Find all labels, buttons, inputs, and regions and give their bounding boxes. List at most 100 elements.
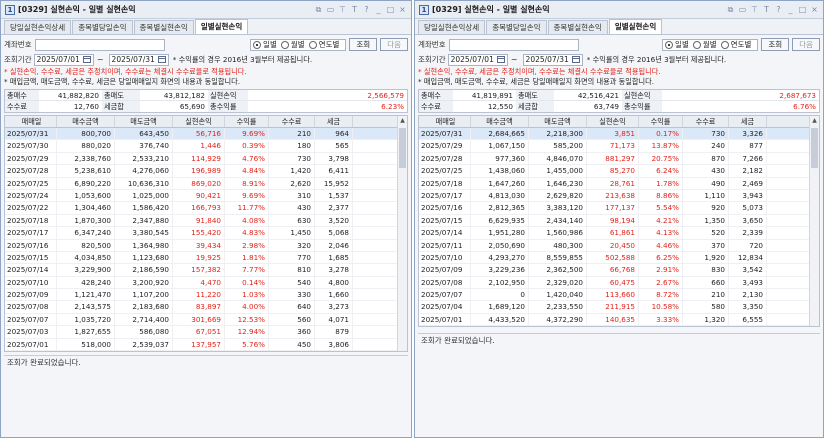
column-header[interactable]: 세금 xyxy=(315,116,353,127)
table-scrollbar[interactable]: ▲ xyxy=(809,116,819,327)
table-row[interactable]: 2025/07/16 2,812,365 3,383,120 177,137 5.54%… xyxy=(419,202,819,215)
calendar-icon[interactable] xyxy=(571,56,580,63)
table-row[interactable]: 2025/07/01 518,000 2,539,037 137,957 5.76% 45… xyxy=(5,338,407,352)
table-row[interactable]: 2025/07/04 1,689,120 2,233,550 211,915 10.58… xyxy=(419,301,819,314)
table-row[interactable]: 2025/07/31 2,684,665 2,218,300 3,851 0.17% 73… xyxy=(419,128,819,141)
query-button[interactable]: 조회 xyxy=(349,38,378,51)
table-row[interactable]: 2025/07/29 2,338,760 2,533,210 114,929 4.76%… xyxy=(5,152,407,166)
table-row[interactable]: 2025/07/17 6,347,240 3,380,545 155,420 4.83%… xyxy=(5,227,407,240)
column-header[interactable]: 매도금액 xyxy=(115,116,173,127)
scroll-thumb[interactable] xyxy=(811,128,818,168)
table-row[interactable]: 2025/07/15 4,034,850 1,123,680 19,925 1.81% 7… xyxy=(5,251,407,265)
table-row[interactable]: 2025/07/24 1,053,600 1,025,000 90,421 9.69% 3… xyxy=(5,189,407,203)
date-from-input[interactable]: 2025/07/01 xyxy=(33,53,94,66)
radio-monthly[interactable]: 월별 xyxy=(692,39,717,50)
table-row[interactable]: 2025/07/16 820,500 1,364,980 39,434 2.98% 320… xyxy=(5,239,407,252)
calendar-icon[interactable] xyxy=(157,56,166,63)
font-icon[interactable]: T xyxy=(350,5,359,15)
table-row[interactable]: 2025/07/17 4,813,030 2,629,820 213,638 8.86%… xyxy=(419,189,819,203)
table-row[interactable]: 2025/07/25 6,890,220 10,636,310 869,020 8.91… xyxy=(5,177,407,190)
table-row[interactable]: 2025/07/10 4,293,270 8,559,855 502,588 6.25%… xyxy=(419,251,819,265)
table-row[interactable]: 2025/07/25 1,438,060 1,455,000 85,270 6.24% 4… xyxy=(419,165,819,178)
table-row[interactable]: 2025/07/30 880,020 376,740 1,446 0.39% 180 565 xyxy=(5,140,407,153)
table-row[interactable]: 2025/07/28 5,238,610 4,276,060 196,989 4.84%… xyxy=(5,165,407,178)
minimize-icon[interactable]: _ xyxy=(786,5,795,15)
account-input[interactable] xyxy=(448,38,579,51)
column-header[interactable]: 실현손익 xyxy=(173,116,225,127)
table-row[interactable]: 2025/07/18 1,647,260 1,646,230 28,761 1.78% 4… xyxy=(419,177,819,190)
scroll-thumb[interactable] xyxy=(399,128,406,168)
table-row[interactable]: 2025/07/14 3,229,900 2,186,590 157,382 7.77%… xyxy=(5,264,407,277)
tab-1[interactable]: 종목별당일손익 xyxy=(486,20,547,34)
column-header[interactable]: 매수금액 xyxy=(57,116,115,127)
tab-0[interactable]: 당일실현손익상세 xyxy=(418,20,486,34)
link-icon[interactable]: ⧉ xyxy=(314,5,323,15)
table-row[interactable]: 2025/07/14 1,951,280 1,560,986 61,861 4.13% 5… xyxy=(419,227,819,240)
column-header[interactable]: 매도금액 xyxy=(529,116,587,127)
column-header[interactable]: 실현손익 xyxy=(587,116,639,127)
tab-2[interactable]: 종목별실현손익 xyxy=(133,20,194,34)
table-row[interactable]: 2025/07/15 6,629,935 2,434,140 98,194 4.21% 1… xyxy=(419,214,819,228)
help-icon[interactable]: ? xyxy=(362,5,371,15)
pin-icon[interactable]: ⊤ xyxy=(750,5,759,15)
copy-icon[interactable]: ▭ xyxy=(738,5,747,15)
radio-daily[interactable]: 일별 xyxy=(665,39,689,50)
query-button[interactable]: 조회 xyxy=(761,38,790,51)
date-to-input[interactable]: 2025/07/31 xyxy=(522,53,583,66)
calendar-icon[interactable] xyxy=(82,56,91,63)
font-icon[interactable]: T xyxy=(762,5,771,15)
table-row[interactable]: 2025/07/18 1,870,300 2,347,880 91,840 4.08% 6… xyxy=(5,214,407,228)
account-input[interactable] xyxy=(34,38,165,51)
table-row[interactable]: 2025/07/07 0 1,420,040 113,660 8.72% 210 2,130 xyxy=(419,289,819,302)
help-icon[interactable]: ? xyxy=(774,5,783,15)
date-from-input[interactable]: 2025/07/01 xyxy=(447,53,508,66)
close-icon[interactable]: × xyxy=(810,5,819,15)
column-header[interactable]: 수수료 xyxy=(269,116,315,127)
maximize-icon[interactable]: □ xyxy=(386,5,395,15)
column-header[interactable]: 수수료 xyxy=(683,116,729,127)
link-icon[interactable]: ⧉ xyxy=(726,5,735,15)
table-row[interactable]: 2025/07/11 2,050,690 480,300 20,450 4.46% 370… xyxy=(419,239,819,252)
column-header[interactable]: 세금 xyxy=(729,116,767,127)
next-button[interactable]: 다음 xyxy=(380,38,408,51)
radio-monthly[interactable]: 월별 xyxy=(280,39,305,50)
tab-2[interactable]: 종목별실현손익 xyxy=(547,20,608,34)
scroll-up-icon[interactable]: ▲ xyxy=(398,116,407,126)
column-header[interactable]: 매매일 xyxy=(5,116,57,127)
column-header[interactable]: 매수금액 xyxy=(471,116,529,127)
radio-daily[interactable]: 일별 xyxy=(253,39,277,50)
copy-icon[interactable]: ▭ xyxy=(326,5,335,15)
table-row[interactable]: 2025/07/10 428,240 3,200,920 4,470 0.14% 540 4… xyxy=(5,276,407,290)
table-scrollbar[interactable]: ▲ xyxy=(397,116,407,352)
title-bar[interactable]: 1 [0329] 실현손익 - 일별 실현손익 ⧉ ▭ ⊤ T? _ □ × xyxy=(1,1,411,19)
tab-1[interactable]: 종목별당일손익 xyxy=(72,20,133,34)
table-row[interactable]: 2025/07/08 2,102,950 2,329,020 60,475 2.67% 6… xyxy=(419,276,819,290)
minimize-icon[interactable]: _ xyxy=(374,5,383,15)
column-header[interactable]: 수익률 xyxy=(225,116,269,127)
table-row[interactable]: 2025/07/08 2,143,575 2,183,680 83,897 4.00% 6… xyxy=(5,301,407,314)
table-row[interactable]: 2025/07/29 1,067,150 585,200 71,173 13.87% 24… xyxy=(419,140,819,153)
table-row[interactable]: 2025/07/03 1,827,655 586,080 67,051 12.94% 36… xyxy=(5,326,407,339)
tab-0[interactable]: 당일실현손익상세 xyxy=(4,20,72,34)
date-to-input[interactable]: 2025/07/31 xyxy=(108,53,169,66)
table-row[interactable]: 2025/07/09 3,229,236 2,362,500 66,768 2.91% 8… xyxy=(419,264,819,277)
tab-3[interactable]: 일별실현손익 xyxy=(194,19,249,34)
radio-yearly[interactable]: 연도별 xyxy=(720,39,751,50)
tab-3[interactable]: 일별실현손익 xyxy=(608,19,663,34)
scroll-up-icon[interactable]: ▲ xyxy=(810,116,819,126)
title-bar[interactable]: 1 [0329] 실현손익 - 일별 실현손익 ⧉ ▭ ⊤ T? _ □ × xyxy=(415,1,823,19)
table-row[interactable]: 2025/07/09 1,121,470 1,107,200 11,220 1.03% 3… xyxy=(5,289,407,302)
next-button[interactable]: 다음 xyxy=(792,38,820,51)
radio-yearly[interactable]: 연도별 xyxy=(308,39,339,50)
pin-icon[interactable]: ⊤ xyxy=(338,5,347,15)
table-row[interactable]: 2025/07/31 800,700 643,450 56,716 9.69% 210 96… xyxy=(5,128,407,141)
table-row[interactable]: 2025/07/01 4,433,520 4,372,290 140,635 3.33%… xyxy=(419,313,819,327)
table-row[interactable]: 2025/07/07 1,035,720 2,714,400 301,669 12.53… xyxy=(5,313,407,327)
close-icon[interactable]: × xyxy=(398,5,407,15)
table-row[interactable]: 2025/07/22 1,304,460 1,586,420 166,793 11.77… xyxy=(5,202,407,215)
column-header[interactable]: 매매일 xyxy=(419,116,471,127)
maximize-icon[interactable]: □ xyxy=(798,5,807,15)
calendar-icon[interactable] xyxy=(496,56,505,63)
column-header[interactable]: 수익률 xyxy=(639,116,683,127)
table-row[interactable]: 2025/07/28 977,360 4,846,070 881,297 20.75% 8… xyxy=(419,152,819,166)
